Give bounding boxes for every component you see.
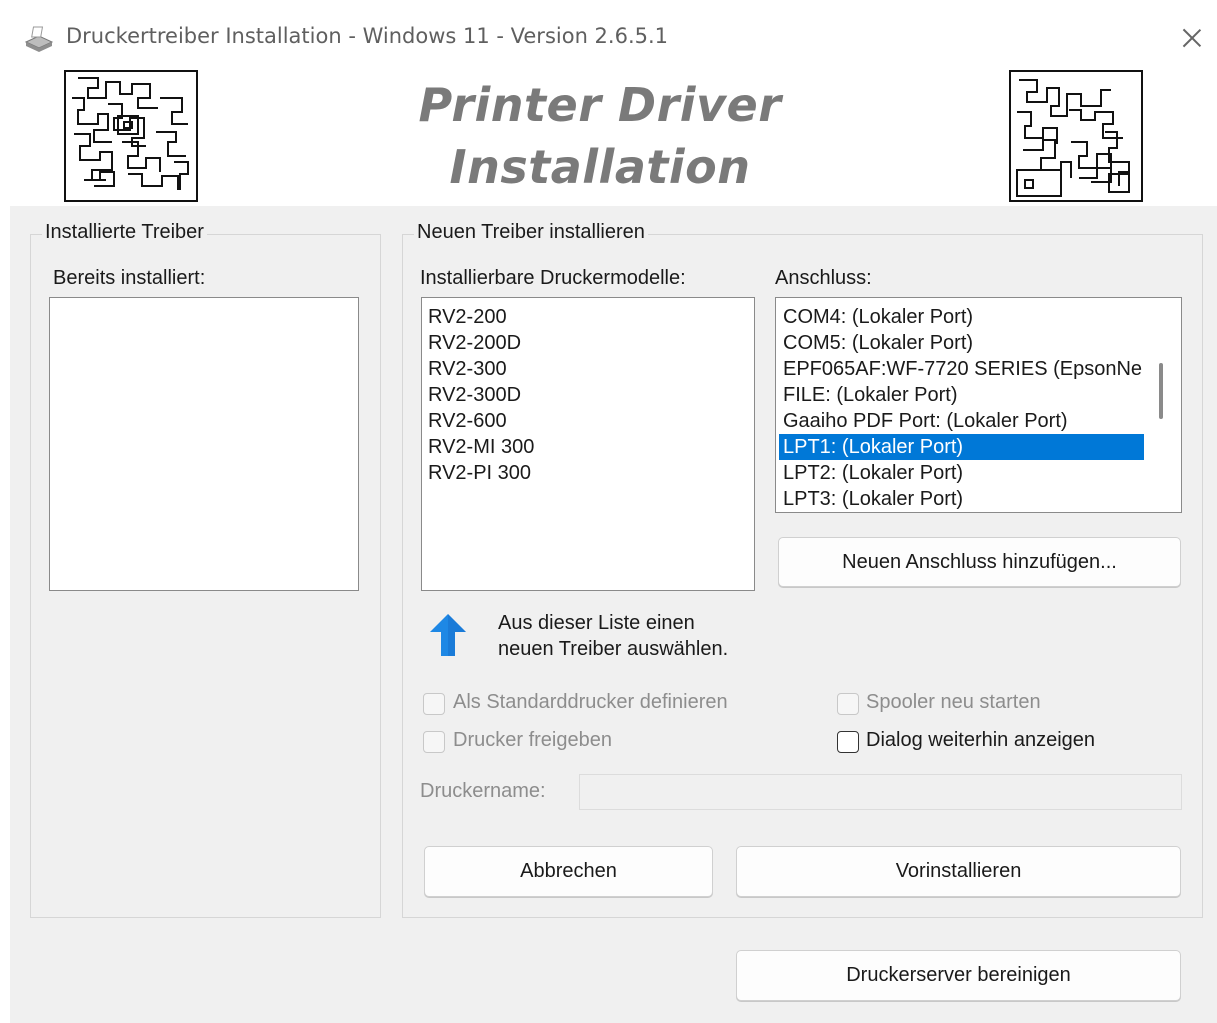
title-bar: Druckertreiber Installation - Windows 11… bbox=[0, 0, 1217, 70]
list-item[interactable]: LPT3: (Lokaler Port) bbox=[781, 486, 965, 512]
list-item[interactable]: FILE: (Lokaler Port) bbox=[781, 382, 960, 408]
arrow-up-icon bbox=[430, 614, 466, 656]
qr-code-left bbox=[64, 70, 198, 202]
list-item[interactable]: LPT2: (Lokaler Port) bbox=[781, 460, 965, 486]
list-item[interactable]: Gaaiho PDF Port: (Lokaler Port) bbox=[781, 408, 1070, 434]
add-port-button[interactable]: Neuen Anschluss hinzufügen... bbox=[778, 537, 1181, 587]
list-item[interactable]: RV2-300D bbox=[426, 382, 523, 408]
printer-models-list[interactable]: RV2-200 RV2-200D RV2-300 RV2-300D RV2-60… bbox=[421, 297, 755, 591]
close-icon[interactable] bbox=[1170, 16, 1214, 60]
restart-spooler-checkbox[interactable] bbox=[837, 693, 859, 715]
set-default-label: Als Standarddrucker definieren bbox=[453, 691, 728, 713]
hint-text-line-2: neuen Treiber auswählen. bbox=[498, 638, 729, 660]
list-item[interactable]: COM5: (Lokaler Port) bbox=[781, 330, 975, 356]
list-item[interactable]: RV2-600 bbox=[426, 408, 509, 434]
list-item[interactable]: RV2-300 bbox=[426, 356, 509, 382]
list-item[interactable]: RV2-200D bbox=[426, 330, 523, 356]
installed-drivers-list[interactable] bbox=[49, 297, 359, 591]
port-list[interactable]: COM4: (Lokaler Port) COM5: (Lokaler Port… bbox=[775, 297, 1182, 513]
hint-text-line-1: Aus dieser Liste einen bbox=[498, 612, 695, 634]
show-dialog-label: Dialog weiterhin anzeigen bbox=[866, 729, 1096, 751]
list-item[interactable]: EPF065AF:WF-7720 SERIES (EpsonNe bbox=[781, 356, 1144, 382]
logo-text-line-1: Printer Driver bbox=[418, 78, 782, 132]
port-list-scrollbar[interactable] bbox=[1159, 363, 1163, 419]
show-dialog-checkbox[interactable] bbox=[837, 731, 859, 753]
clean-print-server-button[interactable]: Druckerserver bereinigen bbox=[736, 950, 1181, 1001]
list-item-selected[interactable]: LPT1: (Lokaler Port) bbox=[779, 434, 1144, 460]
port-list-label: Anschluss: bbox=[775, 267, 872, 289]
printer-name-label: Druckername: bbox=[420, 780, 546, 802]
qr-code-right bbox=[1009, 70, 1143, 202]
window-title: Druckertreiber Installation - Windows 11… bbox=[66, 24, 669, 48]
cancel-button[interactable]: Abbrechen bbox=[424, 846, 713, 897]
list-item[interactable]: RV2-200 bbox=[426, 304, 509, 330]
restart-spooler-label: Spooler neu starten bbox=[866, 691, 1041, 713]
share-printer-label: Drucker freigeben bbox=[453, 729, 612, 751]
printer-name-field[interactable] bbox=[579, 774, 1182, 810]
installed-list-label: Bereits installiert: bbox=[53, 267, 206, 289]
new-driver-group-title: Neuen Treiber installieren bbox=[414, 221, 648, 244]
share-printer-checkbox[interactable] bbox=[423, 731, 445, 753]
models-list-label: Installierbare Druckermodelle: bbox=[420, 267, 686, 289]
list-item[interactable]: RV2-PI 300 bbox=[426, 460, 533, 486]
list-item[interactable]: RV2-MI 300 bbox=[426, 434, 536, 460]
preinstall-button[interactable]: Vorinstallieren bbox=[736, 846, 1181, 897]
logo-text-line-2: Installation bbox=[449, 140, 751, 194]
printer-icon bbox=[24, 26, 54, 52]
set-default-checkbox[interactable] bbox=[423, 693, 445, 715]
list-item[interactable]: COM4: (Lokaler Port) bbox=[781, 304, 975, 330]
installed-drivers-group-title: Installierte Treiber bbox=[42, 221, 207, 244]
